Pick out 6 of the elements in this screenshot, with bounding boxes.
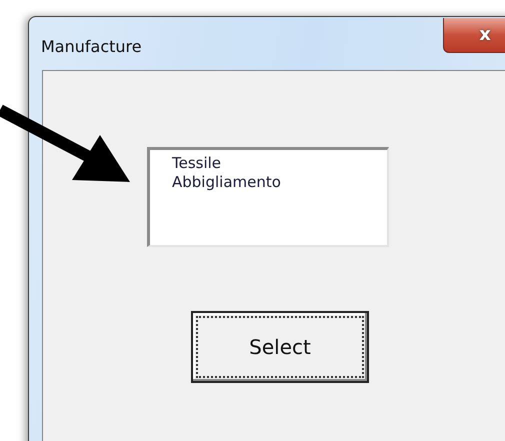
list-item[interactable]: Abbigliamento [170, 173, 387, 192]
list-item[interactable]: Tessile [170, 154, 387, 173]
select-button[interactable]: Select [191, 311, 369, 383]
close-button[interactable]: x [443, 18, 505, 53]
list-box[interactable]: Tessile Abbigliamento [147, 147, 389, 247]
window-title: Manufacture [40, 36, 142, 58]
